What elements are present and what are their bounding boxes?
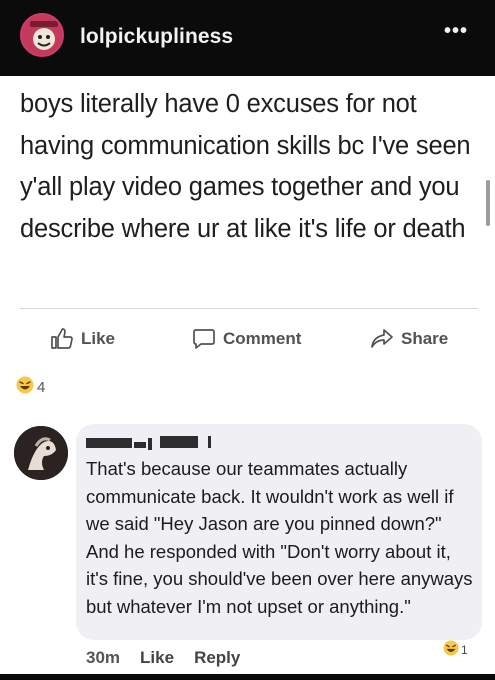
- page-name[interactable]: lolpickupliness: [80, 25, 233, 49]
- divider: [20, 308, 478, 309]
- page-avatar[interactable]: [20, 13, 64, 57]
- comment-label: Comment: [223, 329, 302, 348]
- like-label: Like: [81, 329, 116, 348]
- laughing-emoji-icon: [16, 376, 34, 398]
- speech-bubble-icon: [192, 328, 216, 350]
- more-options-icon[interactable]: •••: [444, 20, 468, 43]
- scrollbar-thumb[interactable]: [486, 180, 490, 226]
- comment-time: 30m: [86, 648, 121, 667]
- comment-reply-link[interactable]: Reply: [194, 648, 240, 668]
- bottom-edge: [0, 674, 495, 680]
- share-arrow-icon: [370, 328, 394, 350]
- comment-reaction-count: 1: [461, 642, 468, 657]
- share-label: Share: [401, 329, 449, 348]
- post-header: [0, 0, 495, 76]
- post-text: boys literally have 0 excuses for not ha…: [20, 90, 471, 243]
- thumbs-up-icon: [50, 328, 74, 350]
- reaction-count: 4: [37, 378, 46, 396]
- comment-text: That's because our teammates actually co…: [86, 458, 473, 617]
- laughing-emoji-icon: [443, 640, 459, 659]
- reaction-summary[interactable]: 4: [16, 376, 45, 398]
- comment-like-link[interactable]: Like: [140, 648, 174, 668]
- comment-reaction-summary[interactable]: 1: [443, 640, 468, 659]
- like-button[interactable]: Like: [50, 328, 115, 350]
- comment-button[interactable]: Comment: [192, 328, 301, 350]
- share-button[interactable]: Share: [370, 328, 448, 350]
- comment-meta: 30m Like Reply: [86, 648, 240, 668]
- post-action-bar: Like Comment Share: [0, 322, 495, 358]
- comment-author-redacted[interactable]: [86, 430, 226, 452]
- commenter-avatar[interactable]: [14, 426, 68, 480]
